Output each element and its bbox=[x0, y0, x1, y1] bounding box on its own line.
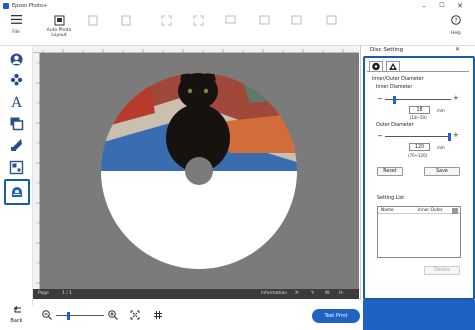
page-number: 1 / 1 bbox=[62, 291, 73, 296]
toolbar: File Auto Photo Layout ? Help bbox=[0, 13, 475, 46]
disc-setting-button[interactable] bbox=[4, 179, 30, 205]
clipart-icon[interactable] bbox=[9, 72, 24, 87]
outer-unit: mm bbox=[437, 145, 445, 150]
fit-icon[interactable] bbox=[158, 15, 174, 45]
app-title: Epson Photo+ bbox=[12, 3, 48, 9]
w-readout: W- bbox=[325, 291, 331, 296]
layer-icon[interactable] bbox=[256, 15, 272, 45]
inner-diameter-slider[interactable] bbox=[385, 95, 451, 104]
col-inner-outer: Inner Outer bbox=[418, 208, 443, 213]
setting-list-header: Name Inner Outer bbox=[378, 207, 460, 214]
layout-icon[interactable] bbox=[9, 160, 24, 175]
top-ruler bbox=[33, 46, 359, 53]
auto-photo-label-2: Layout bbox=[51, 33, 67, 38]
frame-shape-icon[interactable] bbox=[9, 116, 24, 131]
inner-diameter-input[interactable]: 18 bbox=[409, 106, 430, 114]
fit-screen-icon[interactable] bbox=[130, 310, 140, 320]
copy-icon[interactable] bbox=[118, 15, 134, 45]
inner-slider-knob[interactable] bbox=[392, 95, 396, 104]
status-bar: Page 1 / 1 Information X- Y- W- H- bbox=[33, 289, 359, 299]
test-print-button[interactable]: Test Print bbox=[312, 309, 360, 323]
frame-icon[interactable] bbox=[222, 15, 238, 45]
zoom-slider[interactable] bbox=[56, 311, 104, 320]
outer-slider-knob[interactable] bbox=[448, 132, 451, 141]
zoom-in-icon[interactable] bbox=[108, 310, 118, 320]
zoom-out-icon[interactable] bbox=[42, 310, 52, 320]
close-button[interactable]: ✕ bbox=[454, 1, 466, 11]
left-ruler bbox=[33, 53, 40, 289]
zoom-slider-knob[interactable] bbox=[67, 311, 71, 320]
outer-minus-button[interactable]: − bbox=[377, 133, 383, 140]
file-button[interactable]: File bbox=[7, 15, 25, 45]
auto-photo-layout-button[interactable]: Auto Photo Layout bbox=[42, 15, 76, 45]
setting-list-label: Setting List bbox=[377, 196, 405, 201]
more-icon[interactable] bbox=[452, 207, 458, 214]
outer-diameter-label: Outer Diameter bbox=[376, 123, 414, 128]
maximize-button[interactable]: ☐ bbox=[436, 1, 448, 11]
file-label: File bbox=[12, 30, 20, 35]
outer-plus-button[interactable]: + bbox=[453, 132, 459, 139]
panel-title: Disc Setting bbox=[370, 47, 404, 53]
back-label: Back bbox=[10, 318, 23, 324]
add-item-icon[interactable] bbox=[85, 15, 101, 45]
back-layer-icon[interactable] bbox=[323, 15, 339, 45]
text-icon[interactable]: A bbox=[9, 94, 24, 109]
outer-diameter-input[interactable]: 120 bbox=[409, 143, 430, 151]
save-button[interactable]: Save bbox=[424, 167, 460, 176]
help-icon: ? bbox=[451, 15, 461, 25]
h-readout: H- bbox=[339, 291, 345, 296]
front-icon[interactable] bbox=[288, 15, 304, 45]
grid-icon[interactable] bbox=[153, 310, 163, 320]
cat-photo[interactable] bbox=[100, 53, 300, 172]
inner-diameter-label: Inner Diameter bbox=[376, 85, 413, 90]
x-readout: X- bbox=[295, 291, 300, 296]
page-label: Page bbox=[38, 291, 49, 296]
panel-close-button[interactable]: ✕ bbox=[455, 46, 460, 53]
minimize-button[interactable]: – bbox=[418, 1, 430, 11]
disc-style-tab-icon bbox=[389, 63, 397, 70]
back-arrow-icon bbox=[13, 306, 21, 313]
setting-list[interactable]: Name Inner Outer bbox=[377, 206, 461, 258]
information-label: Information bbox=[261, 291, 288, 296]
svg-text:?: ? bbox=[454, 17, 457, 24]
delete-button[interactable]: Delete bbox=[424, 266, 460, 275]
help-label: Help bbox=[450, 31, 462, 36]
title-bar: Epson Photo+ – ☐ ✕ bbox=[0, 0, 475, 13]
back-button[interactable]: Back bbox=[0, 302, 33, 330]
section-title: Inner/Outer Diameter bbox=[372, 77, 424, 82]
inner-minus-button[interactable]: − bbox=[377, 96, 383, 103]
svg-text:A: A bbox=[10, 95, 22, 109]
inner-unit: mm bbox=[437, 108, 445, 113]
panel-bottom-band bbox=[363, 300, 475, 330]
inner-plus-button[interactable]: + bbox=[453, 95, 459, 102]
inner-range: (18~50) bbox=[410, 115, 427, 120]
print-canvas[interactable] bbox=[40, 53, 359, 289]
outer-range: (70~120) bbox=[408, 153, 428, 158]
disc-setting-frame bbox=[363, 56, 475, 300]
y-readout: Y- bbox=[311, 291, 315, 296]
background-icon[interactable] bbox=[9, 137, 24, 152]
app-logo-icon bbox=[3, 3, 9, 9]
disc-setting-icon bbox=[12, 187, 22, 197]
col-name: Name bbox=[381, 208, 394, 213]
disc-hole bbox=[185, 157, 213, 185]
person-icon[interactable] bbox=[9, 52, 24, 67]
expand-icon[interactable] bbox=[190, 15, 206, 45]
reset-button[interactable]: Reset bbox=[377, 167, 403, 176]
help-button[interactable]: ? Help bbox=[446, 15, 466, 45]
outer-diameter-slider[interactable] bbox=[385, 132, 451, 141]
tab-divider bbox=[367, 71, 469, 72]
menu-icon bbox=[10, 15, 22, 24]
auto-layout-icon bbox=[54, 15, 64, 26]
disc-preview[interactable] bbox=[40, 53, 359, 289]
disc-tab-icon bbox=[372, 62, 380, 71]
